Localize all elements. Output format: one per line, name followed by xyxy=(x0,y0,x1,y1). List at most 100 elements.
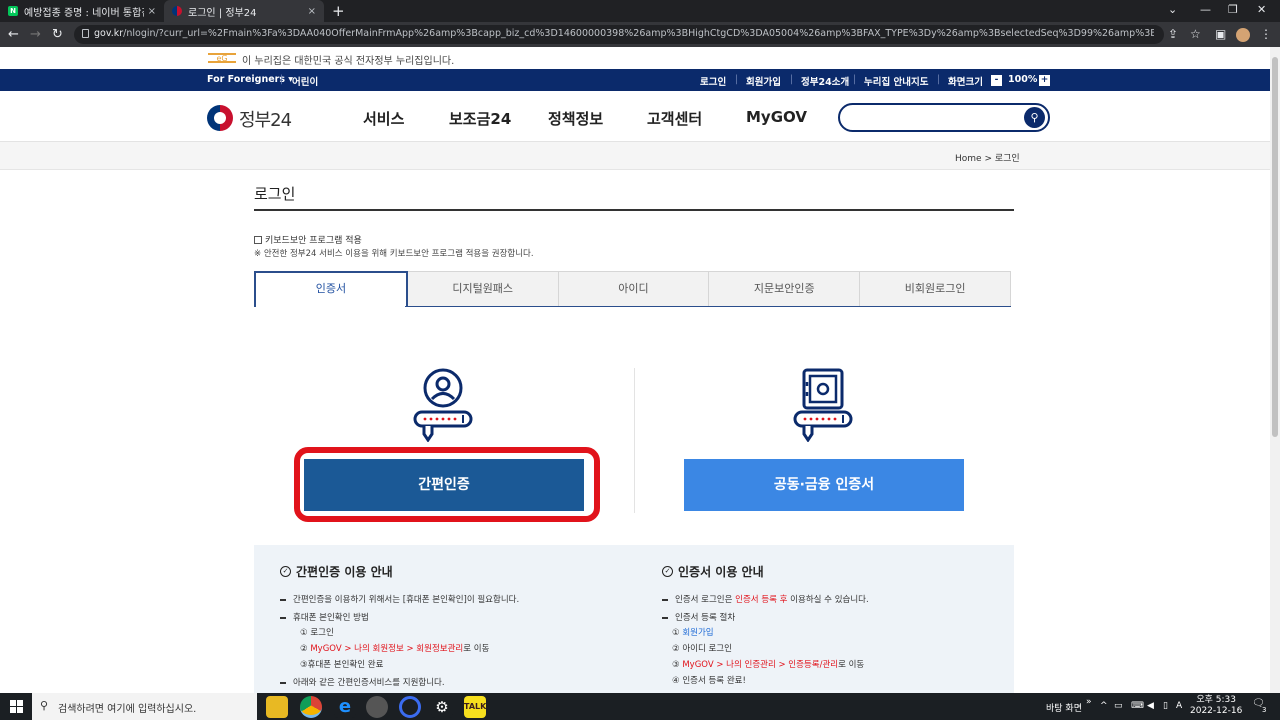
lock-icon xyxy=(82,29,89,38)
zoom-level: 100% xyxy=(1008,74,1038,85)
search-icon[interactable]: ⚲ xyxy=(1024,107,1045,128)
browser-tab-gov24[interactable]: 로그인 | 정부24 × xyxy=(164,0,324,22)
menu-policy-info[interactable]: 정책정보 xyxy=(548,108,603,129)
share-icon[interactable]: ⇪ xyxy=(1168,27,1178,41)
menu-dots-icon[interactable]: ⋮ xyxy=(1260,27,1272,41)
guide-line: ③휴대폰 본인확인 완료 xyxy=(300,660,384,670)
restore-icon[interactable]: ❐ xyxy=(1228,3,1238,16)
joint-financial-cert-button[interactable]: 공동·금융 인증서 xyxy=(684,459,964,511)
profile-avatar[interactable] xyxy=(1236,28,1250,42)
windows-start-icon[interactable] xyxy=(10,700,23,713)
about-link[interactable]: 정부24소개 xyxy=(801,74,849,88)
guide-line: ① 회원가입 xyxy=(672,628,714,638)
taskbar-search-box[interactable]: ⚲ 검색하려면 여기에 입력하십시오. xyxy=(32,693,257,720)
keyboard-icon[interactable]: ⌨ xyxy=(1131,701,1144,711)
mygov-member-info-link[interactable]: MyGOV > 나의 회원정보 > 회원정보관리 xyxy=(310,644,463,654)
guide-line: ② MyGOV > 나의 회원정보 > 회원정보관리로 이동 xyxy=(300,644,490,654)
ie-icon[interactable]: e xyxy=(334,696,356,718)
guide-panel: ✓ 간편인증 이용 안내 간편인증을 이용하기 위해서는 [휴대폰 본인확인]이… xyxy=(254,545,1014,695)
new-tab-button[interactable]: + xyxy=(332,2,345,20)
tray-chevron-icon[interactable]: » xyxy=(1086,697,1092,707)
notification-count: 3 xyxy=(1262,706,1267,714)
keyboard-security-option[interactable]: 키보드보안 프로그램 적용 xyxy=(254,233,362,246)
menu-services[interactable]: 서비스 xyxy=(363,108,404,129)
login-method-tabs: 인증서 디지털원패스 아이디 지문보안인증 비회원로그인 xyxy=(254,271,1011,307)
check-circle-icon: ✓ xyxy=(280,566,291,577)
separator: | xyxy=(853,74,857,85)
main-navigation: 정부24 서비스 보조금24 정책정보 고객센터 MyGOV ⚲ xyxy=(0,91,1270,142)
simple-auth-guide-title: ✓ 간편인증 이용 안내 xyxy=(280,563,393,580)
browser-tab-naver[interactable]: N 예방접종 증명 : 네이버 통합검색 × xyxy=(0,0,164,22)
close-window-icon[interactable]: ✕ xyxy=(1257,3,1266,16)
minimize-icon[interactable]: — xyxy=(1200,3,1211,16)
tray-expand-icon[interactable]: ^ xyxy=(1100,701,1108,711)
tab-digital-onepass[interactable]: 디지털원패스 xyxy=(407,271,559,307)
close-tab-icon[interactable]: × xyxy=(148,6,156,17)
separator: | xyxy=(735,74,739,85)
keyboard-security-checkbox[interactable] xyxy=(254,235,262,244)
signup-link[interactable]: 회원가입 xyxy=(746,74,781,88)
desktop-label[interactable]: 바탕 화면 xyxy=(1046,701,1082,714)
sitemap-link[interactable]: 누리집 안내지도 xyxy=(864,74,929,88)
file-explorer-icon[interactable] xyxy=(266,696,288,718)
signup-guide-link[interactable]: 회원가입 xyxy=(682,628,713,638)
tab-title: 예방접종 증명 : 네이버 통합검색 xyxy=(24,7,144,19)
battery-icon[interactable]: ▯ xyxy=(1163,701,1168,711)
browser-tab-strip: N 예방접종 증명 : 네이버 통합검색 × 로그인 | 정부24 × + ⌄ … xyxy=(0,0,1280,22)
settings-gear-icon[interactable]: ⚙ xyxy=(431,696,453,718)
separator: | xyxy=(937,74,941,85)
sidepanel-icon[interactable]: ▣ xyxy=(1215,27,1226,41)
ime-indicator[interactable]: A xyxy=(1176,701,1182,711)
kids-link[interactable]: 어린이 xyxy=(292,74,318,88)
column-divider xyxy=(634,368,635,513)
zoom-in-button[interactable]: + xyxy=(1039,75,1050,86)
official-notice-bar: eG 이 누리집은 대한민국 공식 전자정부 누리집입니다. xyxy=(0,47,1270,69)
tab-certificate[interactable]: 인증서 xyxy=(254,271,408,307)
menu-mygov[interactable]: MyGOV xyxy=(746,108,807,126)
menu-customer-center[interactable]: 고객센터 xyxy=(647,108,702,129)
cert-guide-title: ✓ 인증서 이용 안내 xyxy=(662,563,764,580)
breadcrumb-bar: Home > 로그인 xyxy=(0,142,1270,170)
guide-line: 간편인증을 이용하기 위해서는 [휴대폰 본인확인]이 필요합니다. xyxy=(280,593,519,605)
network-icon[interactable]: ▭ xyxy=(1114,701,1123,711)
volume-icon[interactable]: ◀ xyxy=(1147,701,1154,711)
clock-date: 2022-12-16 xyxy=(1190,706,1243,716)
mygov-cert-manage-link[interactable]: MyGOV > 나의 인증관리 > 인증등록/관리 xyxy=(682,660,838,670)
gov24-logo[interactable]: 정부24 xyxy=(239,106,292,132)
title-underline xyxy=(254,209,1014,211)
kakaotalk-icon[interactable]: TALK xyxy=(464,696,486,718)
page-scrollbar[interactable] xyxy=(1270,47,1280,693)
check-circle-icon: ✓ xyxy=(662,566,673,577)
login-link[interactable]: 로그인 xyxy=(700,74,726,88)
zoom-out-button[interactable]: - xyxy=(991,75,1002,86)
gov24-logo-mark-icon[interactable] xyxy=(207,105,233,131)
utility-bar: For Foreigners ▾ | 어린이 로그인 | 회원가입 | 정부24… xyxy=(0,69,1270,91)
chrome-icon[interactable] xyxy=(300,696,322,718)
search-input[interactable]: ⚲ xyxy=(838,103,1050,132)
tab-id[interactable]: 아이디 xyxy=(558,271,710,307)
reload-icon[interactable]: ↻ xyxy=(52,27,63,42)
keyboard-security-note: ※ 안전한 정부24 서비스 이용을 위해 키보드보안 프로그램 적용을 권장합… xyxy=(254,249,534,259)
app-icon[interactable] xyxy=(399,696,421,718)
scrollbar-thumb[interactable] xyxy=(1272,57,1278,437)
page-title: 로그인 xyxy=(254,185,296,203)
app-icon[interactable] xyxy=(366,696,388,718)
close-tab-icon[interactable]: × xyxy=(308,6,316,17)
tab-search-icon[interactable]: ⌄ xyxy=(1168,3,1177,16)
gov24-favicon-icon xyxy=(172,6,182,16)
back-icon[interactable]: ← xyxy=(8,27,19,42)
guide-line: 인증서 로그인은 인증서 등록 후 이용하실 수 있습니다. xyxy=(662,593,869,605)
url-field[interactable]: gov.kr/nlogin/?curr_url=%2Fmain%3Fa%3DAA… xyxy=(74,25,1164,44)
guide-line: 인증서 등록 절차 xyxy=(662,611,735,623)
clock-time: 오후 5:33 xyxy=(1196,695,1236,705)
forward-icon[interactable]: → xyxy=(30,27,41,42)
tab-non-member[interactable]: 비회원로그인 xyxy=(860,271,1011,307)
menu-subsidy24[interactable]: 보조금24 xyxy=(449,108,511,129)
taskbar-clock[interactable]: 오후 5:33 2022-12-16 xyxy=(1190,695,1242,717)
guide-line: 아래와 같은 간편인증서비스를 지원합니다. xyxy=(280,676,445,688)
bookmark-star-icon[interactable]: ☆ xyxy=(1190,27,1201,41)
tab-fingerprint[interactable]: 지문보안인증 xyxy=(709,271,861,307)
guide-line: ③ MyGOV > 나의 인증관리 > 인증등록/관리로 이동 xyxy=(672,660,865,670)
official-notice-text: 이 누리집은 대한민국 공식 전자정부 누리집입니다. xyxy=(242,56,455,67)
search-icon: ⚲ xyxy=(40,699,49,712)
